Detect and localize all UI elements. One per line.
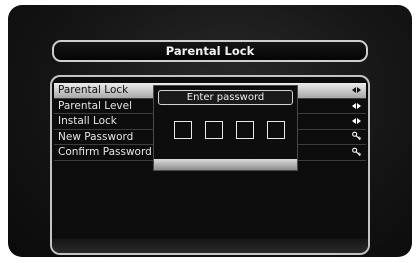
left-right-arrows-icon <box>350 99 362 114</box>
dialog-footer-bar <box>154 159 297 170</box>
dialog-title: Enter password <box>158 90 293 105</box>
key-icon <box>350 130 362 145</box>
panel-footer <box>52 239 368 253</box>
pin-digit-box[interactable] <box>174 121 192 139</box>
left-right-arrows-icon <box>350 114 362 129</box>
page-title-text: Parental Lock <box>165 44 255 58</box>
pin-entry[interactable] <box>174 121 285 139</box>
page-title: Parental Lock <box>52 40 368 62</box>
menu-item-label: New Password <box>58 130 134 143</box>
menu-item-label: Install Lock <box>58 115 117 128</box>
pin-digit-box[interactable] <box>267 121 285 139</box>
menu-item-label: Confirm Password <box>58 146 152 159</box>
menu-item-label: Parental Level <box>58 99 133 112</box>
dialog-title-text: Enter password <box>186 92 265 103</box>
left-right-arrows-icon <box>350 83 362 98</box>
tv-screen: Parental Lock Parental Lock Parental Lev… <box>8 5 412 257</box>
key-icon <box>350 145 362 160</box>
menu-item-label: Parental Lock <box>58 84 129 97</box>
password-dialog: Enter password <box>153 85 298 171</box>
pin-digit-box[interactable] <box>205 121 223 139</box>
pin-digit-box[interactable] <box>236 121 254 139</box>
